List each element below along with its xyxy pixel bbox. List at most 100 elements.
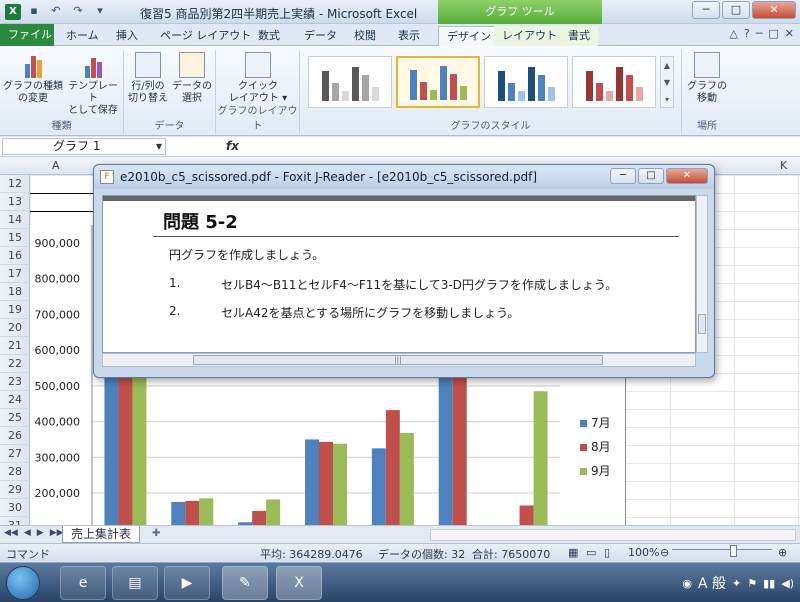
tab-insert[interactable]: 挿入: [108, 26, 146, 46]
page-break-view-icon[interactable]: ▯: [604, 546, 610, 559]
undo-icon[interactable]: ↶: [48, 3, 64, 19]
row-header[interactable]: 30: [0, 499, 30, 517]
bar-3-4[interactable]: [333, 443, 347, 525]
insert-sheet-icon[interactable]: ✚: [152, 528, 160, 539]
tab-view[interactable]: 表示: [390, 26, 428, 46]
row-header[interactable]: 21: [0, 337, 30, 355]
pdf-vscroll-thumb[interactable]: [698, 314, 706, 334]
move-chart-button[interactable]: グラフの 移動: [684, 52, 730, 105]
row-header[interactable]: 17: [0, 265, 30, 283]
chart-style-multicolor[interactable]: [396, 56, 480, 108]
tab-home[interactable]: ホーム: [58, 26, 107, 46]
ime-tools-icon[interactable]: ✦: [732, 577, 741, 590]
ime-mode-icon[interactable]: ◉: [682, 577, 692, 590]
pdf-horizontal-scrollbar[interactable]: |||: [102, 353, 696, 367]
insert-function-icon[interactable]: fx: [226, 139, 239, 153]
tab-design[interactable]: デザイン: [438, 26, 500, 46]
foxit-maximize-button[interactable]: □: [638, 168, 664, 184]
zoom-in-icon[interactable]: ⊕: [778, 546, 787, 559]
bar-2-2[interactable]: [185, 500, 200, 525]
excel-app-icon[interactable]: X: [5, 4, 21, 20]
normal-view-icon[interactable]: ▦: [568, 546, 578, 559]
select-data-button[interactable]: データの 選択: [170, 52, 214, 105]
change-chart-type-button[interactable]: グラフの種類 の変更: [2, 52, 64, 105]
row-header[interactable]: 26: [0, 427, 30, 445]
bar-3-7[interactable]: [533, 391, 548, 525]
first-sheet-icon[interactable]: ◀◀: [4, 528, 18, 538]
start-button-icon[interactable]: [6, 566, 40, 600]
help-icon[interactable]: ?: [744, 27, 750, 40]
sheet-tab-sales-summary[interactable]: 売上集計表: [62, 526, 141, 543]
name-box[interactable]: グラフ 1 ▼: [2, 138, 166, 155]
volume-icon[interactable]: ◀): [781, 577, 794, 590]
tab-layout[interactable]: レイアウト: [494, 26, 565, 46]
row-header[interactable]: 28: [0, 463, 30, 481]
foxit-icon[interactable]: ✎: [222, 566, 268, 600]
row-header[interactable]: 24: [0, 391, 30, 409]
chart-style-red[interactable]: [572, 56, 656, 108]
quick-layout-button[interactable]: クイック レイアウト ▾: [220, 52, 296, 105]
column-header-k[interactable]: K: [780, 159, 787, 172]
row-header[interactable]: 19: [0, 301, 30, 319]
bar-3-3[interactable]: [266, 499, 281, 525]
row-header[interactable]: 15: [0, 229, 30, 247]
pdf-hscroll-thumb[interactable]: |||: [193, 355, 603, 365]
customize-qat-icon[interactable]: ▾: [92, 3, 108, 19]
row-header[interactable]: 23: [0, 373, 30, 391]
chart-style-gray[interactable]: [308, 56, 392, 108]
save-icon[interactable]: ▪: [26, 3, 42, 19]
prev-sheet-icon[interactable]: ◀: [24, 528, 31, 538]
tab-page-layout[interactable]: ページ レイアウト: [152, 26, 259, 46]
pdf-page[interactable]: 問題 5-2 円グラフを作成しましょう。 1. セルB4～B11とセルF4～F1…: [102, 195, 696, 353]
row-header[interactable]: 20: [0, 319, 30, 337]
minimize-button[interactable]: ─: [692, 1, 720, 19]
switch-row-column-button[interactable]: 行/列の 切り替え: [126, 52, 170, 105]
zoom-level[interactable]: 100%: [628, 546, 659, 559]
bar-3-2[interactable]: [199, 498, 214, 525]
network-icon[interactable]: ▮▮: [763, 577, 775, 590]
row-header[interactable]: 13: [0, 193, 30, 211]
column-header-a[interactable]: A: [52, 159, 60, 172]
close-button[interactable]: ✕: [752, 1, 796, 19]
next-sheet-icon[interactable]: ▶: [37, 528, 44, 538]
pdf-vertical-scrollbar[interactable]: [696, 195, 708, 353]
minimize-ribbon-icon[interactable]: △: [729, 27, 737, 40]
explorer-icon[interactable]: ▤: [112, 566, 158, 600]
workbook-restore-icon[interactable]: □: [768, 27, 778, 40]
bar-3-5[interactable]: [399, 433, 414, 525]
bar-2-5[interactable]: [385, 410, 400, 525]
bar-1-4[interactable]: [305, 439, 319, 525]
foxit-minimize-button[interactable]: ─: [610, 168, 636, 184]
ime-indicator[interactable]: A 般: [698, 573, 726, 593]
bar-2-3[interactable]: [252, 510, 267, 525]
zoom-slider[interactable]: [672, 545, 772, 557]
bar-2-7[interactable]: [519, 505, 534, 526]
tab-review[interactable]: 校閲: [346, 26, 384, 46]
row-header[interactable]: 25: [0, 409, 30, 427]
bar-1-2[interactable]: [171, 501, 186, 525]
tab-format[interactable]: 書式: [560, 26, 598, 46]
bar-1-5[interactable]: [371, 448, 386, 525]
foxit-app-icon[interactable]: F: [100, 170, 114, 184]
row-header[interactable]: 16: [0, 247, 30, 265]
workbook-close-icon[interactable]: ✕: [785, 27, 794, 40]
tab-file[interactable]: ファイル: [0, 24, 54, 46]
workbook-minimize-icon[interactable]: ─: [756, 27, 763, 40]
name-box-dropdown-icon[interactable]: ▼: [156, 139, 162, 154]
row-header[interactable]: 22: [0, 355, 30, 373]
row-header[interactable]: 27: [0, 445, 30, 463]
page-layout-view-icon[interactable]: ▭: [586, 546, 596, 559]
excel-icon[interactable]: X: [276, 566, 322, 600]
flag-icon[interactable]: ⚑: [747, 577, 757, 590]
tab-formulas[interactable]: 数式: [250, 26, 288, 46]
chart-styles-gallery-scroll[interactable]: ▲ ▼ ▾: [660, 56, 674, 108]
row-header[interactable]: 14: [0, 211, 30, 229]
bar-2-4[interactable]: [319, 441, 333, 525]
media-player-icon[interactable]: ▶: [164, 566, 210, 600]
redo-icon[interactable]: ↷: [70, 3, 86, 19]
row-header[interactable]: 12: [0, 175, 30, 193]
chart-style-blue[interactable]: [484, 56, 568, 108]
maximize-button[interactable]: □: [722, 1, 750, 19]
save-as-template-button[interactable]: テンプレート として保存: [64, 52, 122, 117]
ie-icon[interactable]: e: [60, 566, 106, 600]
